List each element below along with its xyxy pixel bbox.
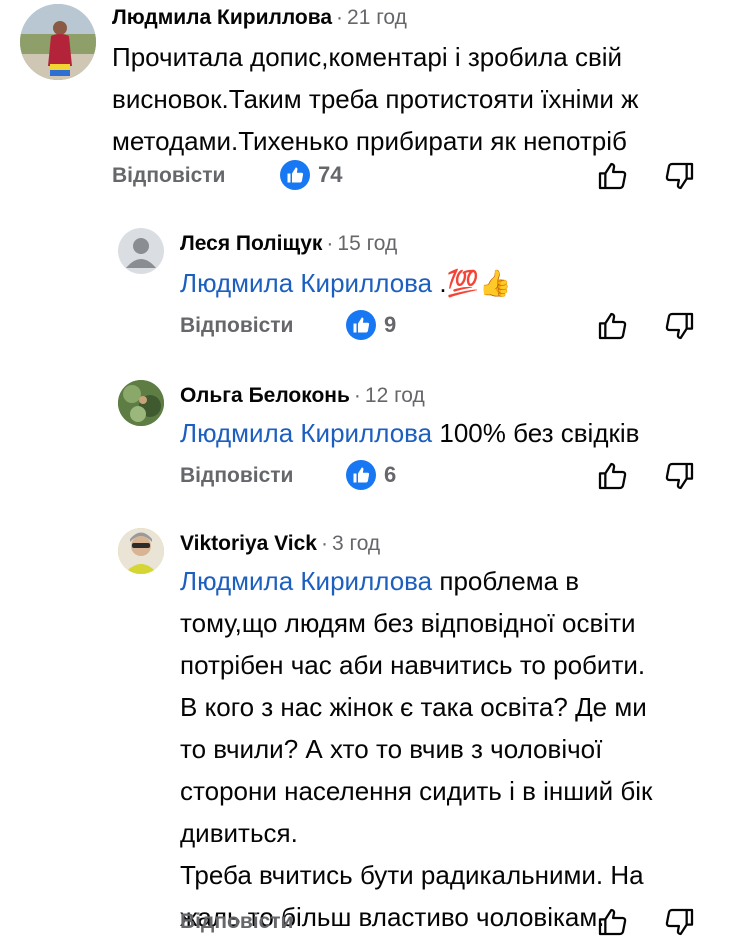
comment-text: Людмила Кириллова проблема в тому,що люд… [180, 560, 652, 938]
profile-photo-icon [118, 380, 164, 426]
comment-text: Людмила Кириллова .💯👍 [180, 262, 511, 304]
reply-button[interactable]: Відповісти [112, 164, 225, 188]
default-avatar-icon [126, 238, 156, 268]
comment-actions: Відповісти 6 [0, 458, 729, 494]
like-count: 6 [384, 462, 397, 487]
reaction-summary[interactable]: 74 [280, 158, 342, 192]
comment-text-line: потрібен час аби навчитись то робити. [180, 650, 646, 680]
like-reaction-icon [346, 310, 376, 340]
comment-text-line: В кого з нас жінок є така освіта? Де ми [180, 692, 647, 722]
thumbs-up-icon[interactable] [596, 310, 628, 342]
comment-actions: Відповісти [0, 904, 729, 940]
mention-link[interactable]: Людмила Кириллова [180, 566, 432, 596]
comment-text-line: висновок.Таким треба протистояти їхніми … [112, 84, 639, 114]
comment-text-line: то вчили? А хто то вчив з чоловічої [180, 734, 603, 764]
like-count: 9 [384, 312, 397, 337]
comment-text-body: 100% без свідків [432, 418, 640, 448]
profile-photo-icon [20, 4, 96, 80]
separator-dot: · [353, 384, 361, 407]
reply-button[interactable]: Відповісти [180, 464, 293, 488]
comment-author[interactable]: Леся Поліщук [180, 232, 322, 255]
comment-author[interactable]: Людмила Кириллова [112, 6, 332, 29]
avatar[interactable] [118, 228, 164, 274]
comment-text-line: методами.Тихенько прибирати як непотріб [112, 126, 627, 156]
comment-time[interactable]: 21 год [347, 6, 407, 29]
thumbs-down-icon[interactable] [664, 310, 696, 342]
comment-text-line: сторони населення сидить і в інший бік [180, 776, 653, 806]
comment-time[interactable]: 3 год [332, 532, 380, 555]
avatar[interactable] [20, 4, 96, 80]
comment-text-line: дивиться. [180, 818, 298, 848]
thumbs-up-icon[interactable] [596, 906, 628, 938]
comment-text: Людмила Кириллова 100% без свідків [180, 412, 639, 454]
comment-author[interactable]: Ольга Белоконь [180, 384, 350, 407]
reply-button[interactable]: Відповісти [180, 314, 293, 338]
comment-time[interactable]: 12 год [365, 384, 425, 407]
like-reaction-icon [280, 160, 310, 190]
like-reaction-icon [346, 460, 376, 490]
mention-link[interactable]: Людмила Кириллова [180, 268, 432, 298]
avatar[interactable] [118, 528, 164, 574]
comment-author[interactable]: Viktoriya Vick [180, 532, 317, 555]
comment-time[interactable]: 15 год [337, 232, 397, 255]
thumbs-up-icon[interactable] [596, 160, 628, 192]
separator-dot: · [320, 532, 328, 555]
reply-button[interactable]: Відповісти [180, 910, 293, 934]
comment-text-line: тому,що людям без відповідної освіти [180, 608, 636, 638]
profile-photo-icon [118, 528, 164, 574]
like-count: 74 [318, 162, 343, 187]
reaction-summary[interactable]: 9 [346, 308, 396, 342]
comment-text-line: проблема в [432, 566, 580, 596]
separator-dot: · [326, 232, 334, 255]
comment-actions: Відповісти 9 [0, 308, 729, 344]
thumbs-down-icon[interactable] [664, 460, 696, 492]
comment-text-body: .💯👍 [432, 268, 512, 298]
separator-dot: · [336, 6, 344, 29]
thumbs-down-icon[interactable] [664, 906, 696, 938]
reaction-summary[interactable]: 6 [346, 458, 396, 492]
comment-text-line: Прочитала допис,коментарі і зробила свій [112, 42, 623, 72]
comment-actions: Відповісти 74 [0, 158, 729, 194]
thumbs-up-icon[interactable] [596, 460, 628, 492]
comment-text: Прочитала допис,коментарі і зробила свій… [112, 36, 638, 162]
comment-text-line: Треба вчитись бути радикальними. На [180, 860, 644, 890]
thumbs-down-icon[interactable] [664, 160, 696, 192]
mention-link[interactable]: Людмила Кириллова [180, 418, 432, 448]
avatar[interactable] [118, 380, 164, 426]
